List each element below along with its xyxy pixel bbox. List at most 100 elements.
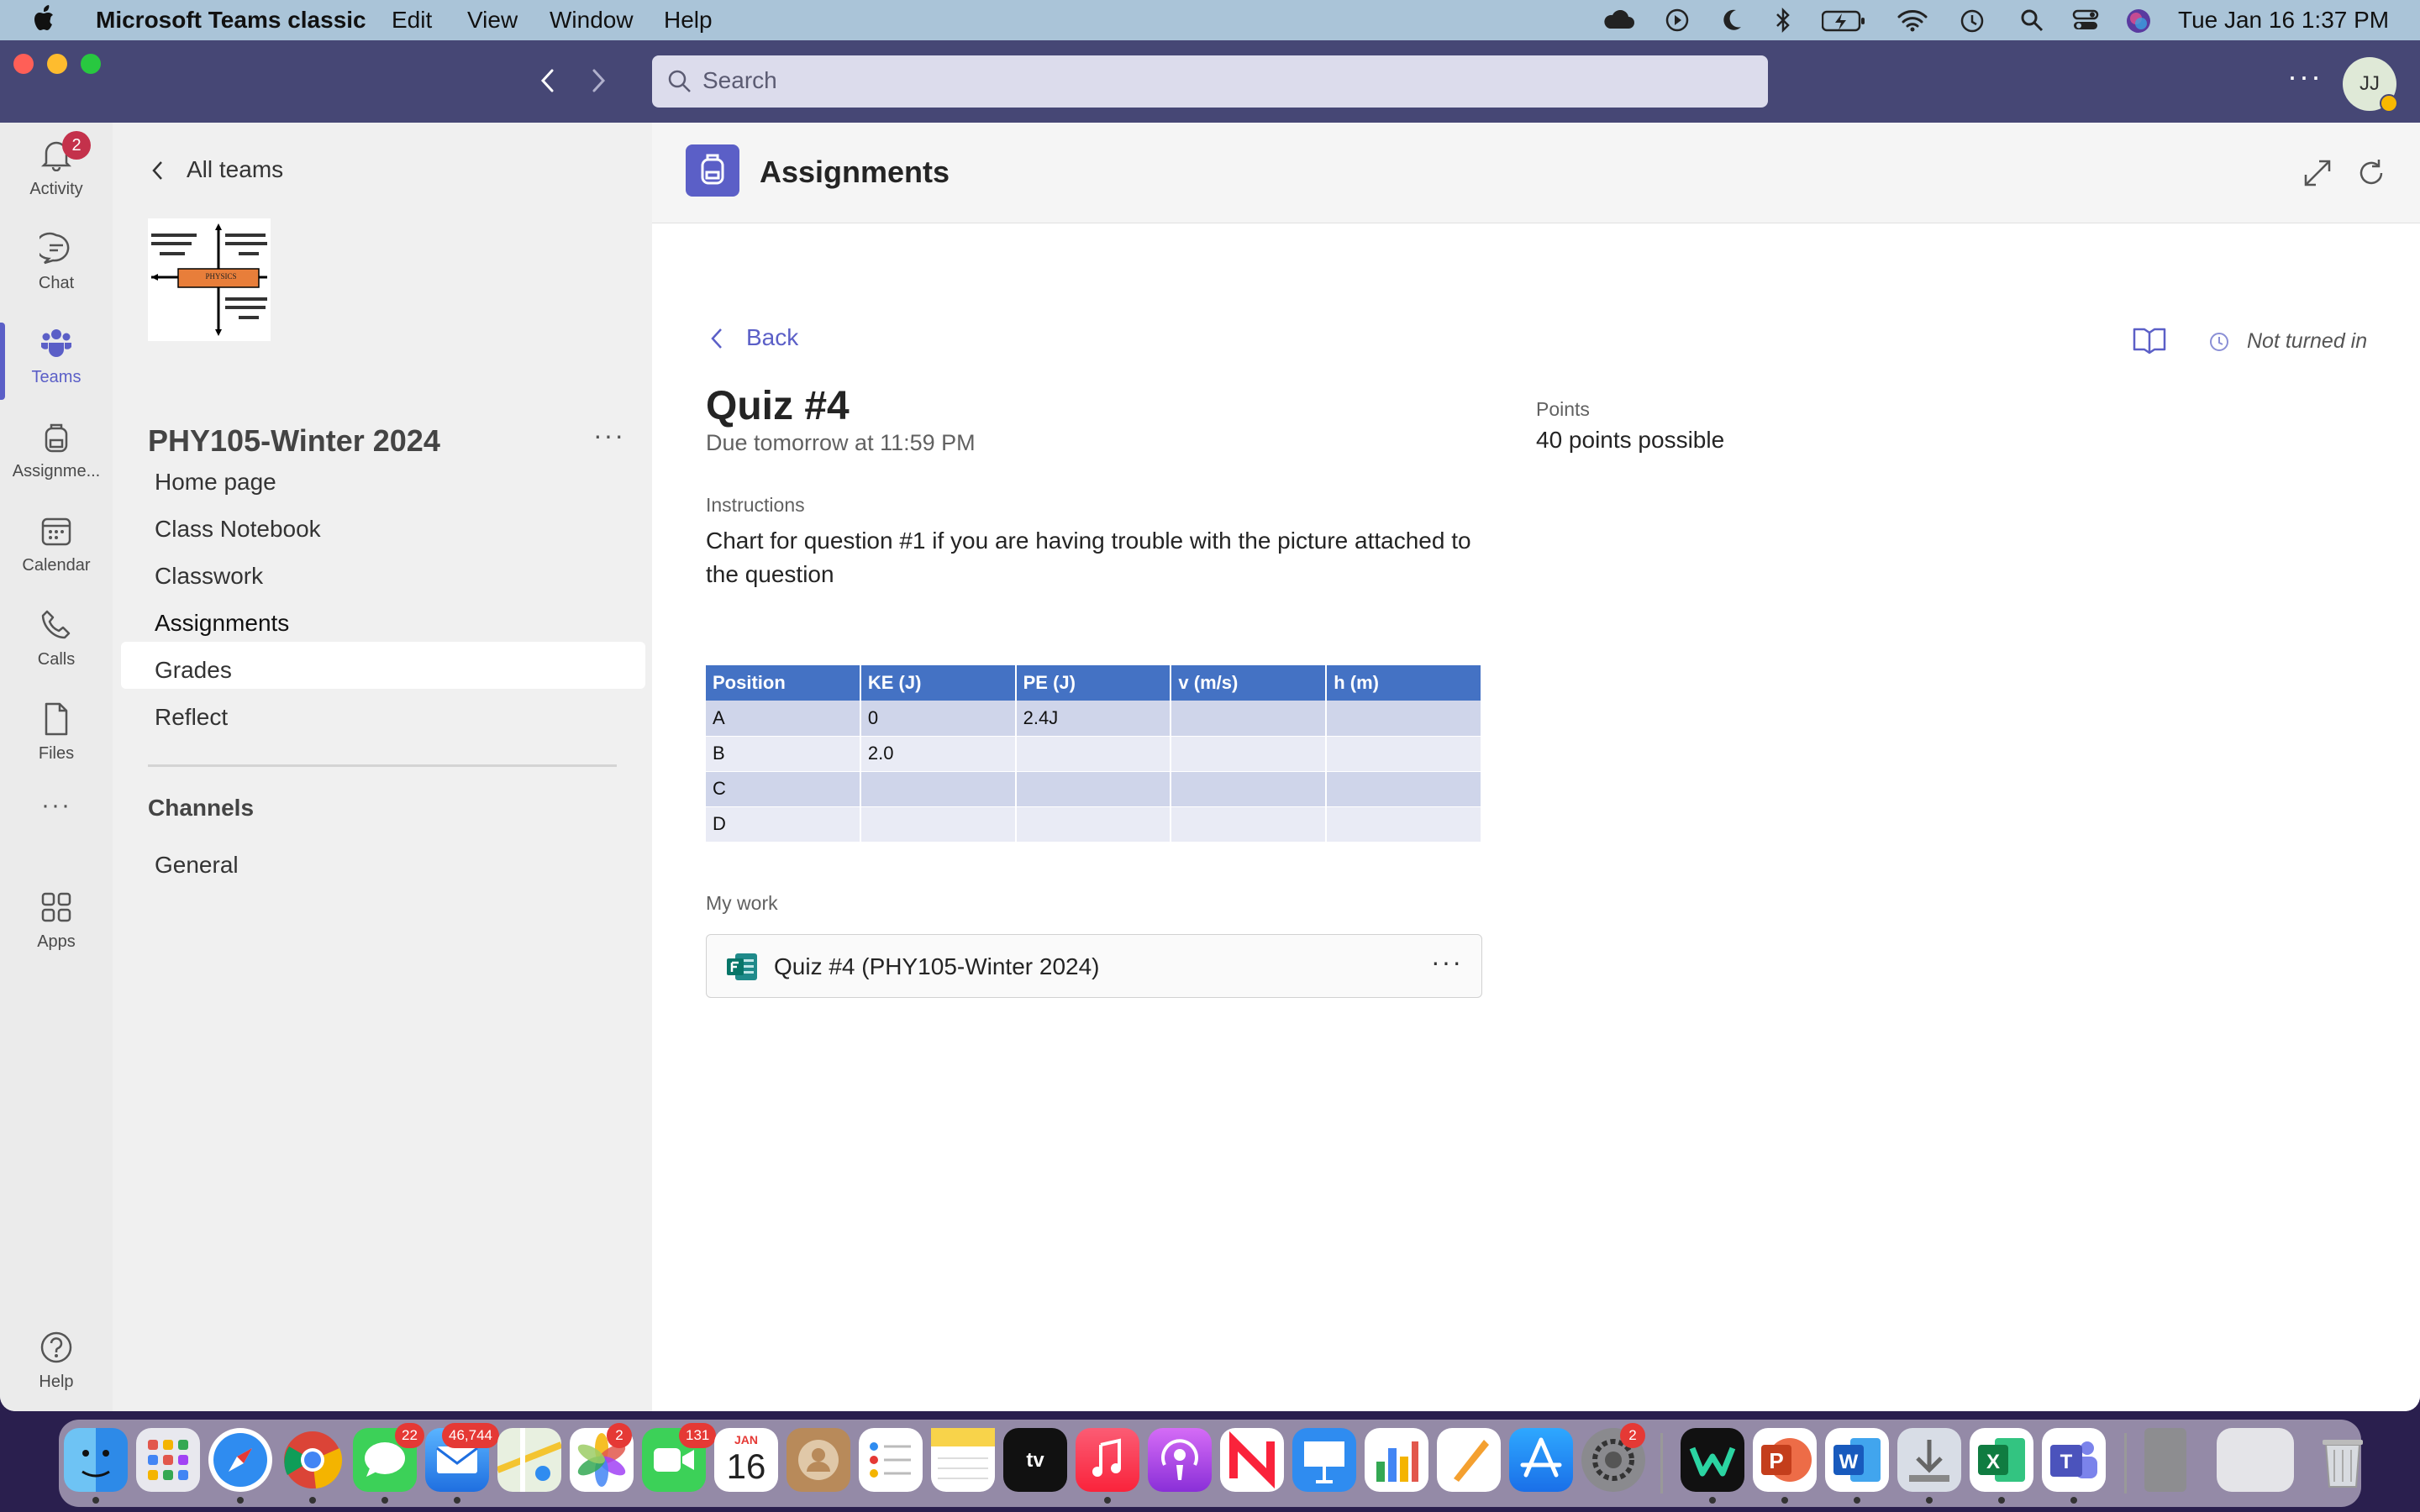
rail-label: Apps bbox=[37, 932, 76, 951]
app-header-title: Assignments bbox=[760, 155, 950, 189]
team-more-options-button[interactable]: ··· bbox=[593, 420, 625, 451]
downloads-folder-icon[interactable] bbox=[1897, 1428, 1961, 1492]
channel-general[interactable]: General bbox=[155, 852, 239, 879]
nav-forward-arrow-icon[interactable] bbox=[588, 67, 608, 94]
calendar-app-month: JAN bbox=[734, 1433, 758, 1446]
podcasts-icon[interactable] bbox=[1148, 1428, 1212, 1492]
table-cell bbox=[1171, 806, 1328, 843]
running-indicator bbox=[237, 1497, 244, 1504]
control-center-icon[interactable] bbox=[2072, 8, 2099, 32]
mail-badge: 46,744 bbox=[442, 1423, 499, 1448]
nav-classwork[interactable]: Classwork bbox=[155, 563, 263, 590]
table-cell: 2.4J bbox=[1015, 701, 1172, 737]
activity-badge: 2 bbox=[62, 131, 91, 160]
menu-window[interactable]: Window bbox=[550, 7, 634, 34]
webex-icon[interactable] bbox=[1681, 1428, 1744, 1492]
menu-app-name[interactable]: Microsoft Teams classic bbox=[96, 7, 366, 34]
apple-tv-icon[interactable]: tv bbox=[1003, 1428, 1067, 1492]
apple-icon[interactable] bbox=[34, 5, 57, 32]
search-input[interactable]: Search bbox=[652, 55, 1768, 108]
word-icon[interactable]: W bbox=[1825, 1428, 1889, 1492]
refresh-icon[interactable] bbox=[2356, 158, 2386, 188]
safari-icon[interactable] bbox=[208, 1428, 272, 1492]
close-window-button[interactable] bbox=[13, 54, 34, 74]
rail-teams[interactable]: Teams bbox=[0, 316, 113, 408]
chrome-icon[interactable] bbox=[281, 1428, 345, 1492]
trash-icon[interactable] bbox=[2311, 1428, 2375, 1492]
rail-activity[interactable]: 2 Activity bbox=[0, 128, 113, 220]
cloud-icon[interactable] bbox=[1602, 10, 1635, 30]
battery-icon[interactable] bbox=[1822, 10, 1865, 32]
expand-icon[interactable] bbox=[2302, 158, 2333, 188]
reminders-icon[interactable] bbox=[859, 1428, 923, 1492]
recent-document-icon[interactable] bbox=[2144, 1428, 2186, 1492]
minimize-window-button[interactable] bbox=[47, 54, 67, 74]
excel-icon[interactable]: X bbox=[1970, 1428, 2033, 1492]
rail-assignments[interactable]: Assignme... bbox=[0, 410, 113, 502]
keynote-icon[interactable] bbox=[1292, 1428, 1356, 1492]
news-icon[interactable] bbox=[1220, 1428, 1284, 1492]
nav-back-arrow-icon[interactable] bbox=[538, 67, 558, 94]
rail-help[interactable]: Help bbox=[0, 1320, 113, 1411]
teams-icon bbox=[39, 326, 73, 360]
menu-view[interactable]: View bbox=[467, 7, 518, 34]
contacts-icon[interactable] bbox=[786, 1428, 850, 1492]
rail-more-apps[interactable]: ··· bbox=[0, 786, 113, 879]
search-placeholder: Search bbox=[702, 67, 777, 93]
finder-icon[interactable] bbox=[64, 1428, 128, 1492]
calendar-app-icon[interactable]: JAN 16 bbox=[714, 1428, 778, 1492]
facetime-badge: 131 bbox=[679, 1423, 717, 1448]
table-header-cell: v (m/s) bbox=[1171, 665, 1328, 701]
menu-help[interactable]: Help bbox=[664, 7, 713, 34]
nav-grades[interactable]: Grades bbox=[155, 657, 232, 684]
numbers-icon[interactable] bbox=[1365, 1428, 1428, 1492]
backpack-icon bbox=[39, 420, 73, 454]
svg-text:W: W bbox=[1839, 1451, 1859, 1473]
nav-class-notebook[interactable]: Class Notebook bbox=[155, 516, 321, 543]
table-header-cell: PE (J) bbox=[1015, 665, 1172, 701]
running-indicator bbox=[2070, 1497, 2077, 1504]
time-machine-icon[interactable] bbox=[1960, 8, 1985, 34]
play-circle-icon[interactable] bbox=[1665, 8, 1689, 32]
table-cell bbox=[1015, 771, 1172, 807]
settings-more-button[interactable]: ··· bbox=[2287, 59, 2323, 94]
powerpoint-icon[interactable]: P bbox=[1753, 1428, 1817, 1492]
moon-icon[interactable] bbox=[1721, 8, 1743, 32]
maps-icon[interactable] bbox=[497, 1428, 561, 1492]
pages-icon[interactable] bbox=[1437, 1428, 1501, 1492]
table-header-row: Position KE (J) PE (J) v (m/s) h (m) bbox=[706, 665, 1482, 701]
app-store-icon[interactable] bbox=[1509, 1428, 1573, 1492]
music-icon[interactable] bbox=[1076, 1428, 1139, 1492]
work-item-card[interactable]: Quiz #4 (PHY105-Winter 2024) ··· bbox=[706, 934, 1482, 998]
immersive-reader-icon[interactable] bbox=[2133, 326, 2166, 354]
teams-app-icon[interactable]: T bbox=[2042, 1428, 2106, 1492]
wifi-icon[interactable] bbox=[1897, 8, 1928, 32]
siri-icon[interactable] bbox=[2126, 8, 2151, 34]
menu-clock[interactable]: Tue Jan 16 1:37 PM bbox=[2178, 7, 2389, 34]
bluetooth-icon[interactable] bbox=[1775, 7, 1791, 34]
avatar[interactable]: JJ bbox=[2343, 57, 2398, 113]
nav-reflect[interactable]: Reflect bbox=[155, 704, 228, 731]
notes-icon[interactable] bbox=[931, 1428, 995, 1492]
rail-chat[interactable]: Chat bbox=[0, 222, 113, 314]
rail-calls[interactable]: Calls bbox=[0, 598, 113, 690]
zoom-window-button[interactable] bbox=[81, 54, 101, 74]
clock-icon bbox=[2208, 331, 2230, 353]
spotlight-search-icon[interactable] bbox=[2020, 8, 2044, 32]
team-logo: PHYSICS bbox=[148, 218, 271, 341]
rail-files[interactable]: Files bbox=[0, 692, 113, 785]
rail-apps[interactable]: Apps bbox=[0, 880, 113, 973]
table-cell: 0 bbox=[860, 701, 1017, 737]
assignment-title: Quiz #4 bbox=[706, 384, 850, 428]
channels-heading[interactable]: Channels bbox=[148, 795, 254, 822]
rail-calendar[interactable]: Calendar bbox=[0, 504, 113, 596]
running-indicator bbox=[381, 1497, 388, 1504]
work-item-more-button[interactable]: ··· bbox=[1431, 947, 1463, 978]
table-cell bbox=[1015, 736, 1172, 772]
launchpad-icon[interactable] bbox=[136, 1428, 200, 1492]
nav-assignments[interactable]: Assignments bbox=[155, 610, 289, 637]
menu-edit[interactable]: Edit bbox=[392, 7, 432, 34]
nav-home-page[interactable]: Home page bbox=[155, 469, 276, 496]
recent-folder-icon[interactable] bbox=[2217, 1428, 2294, 1492]
svg-text:T: T bbox=[2060, 1451, 2073, 1473]
